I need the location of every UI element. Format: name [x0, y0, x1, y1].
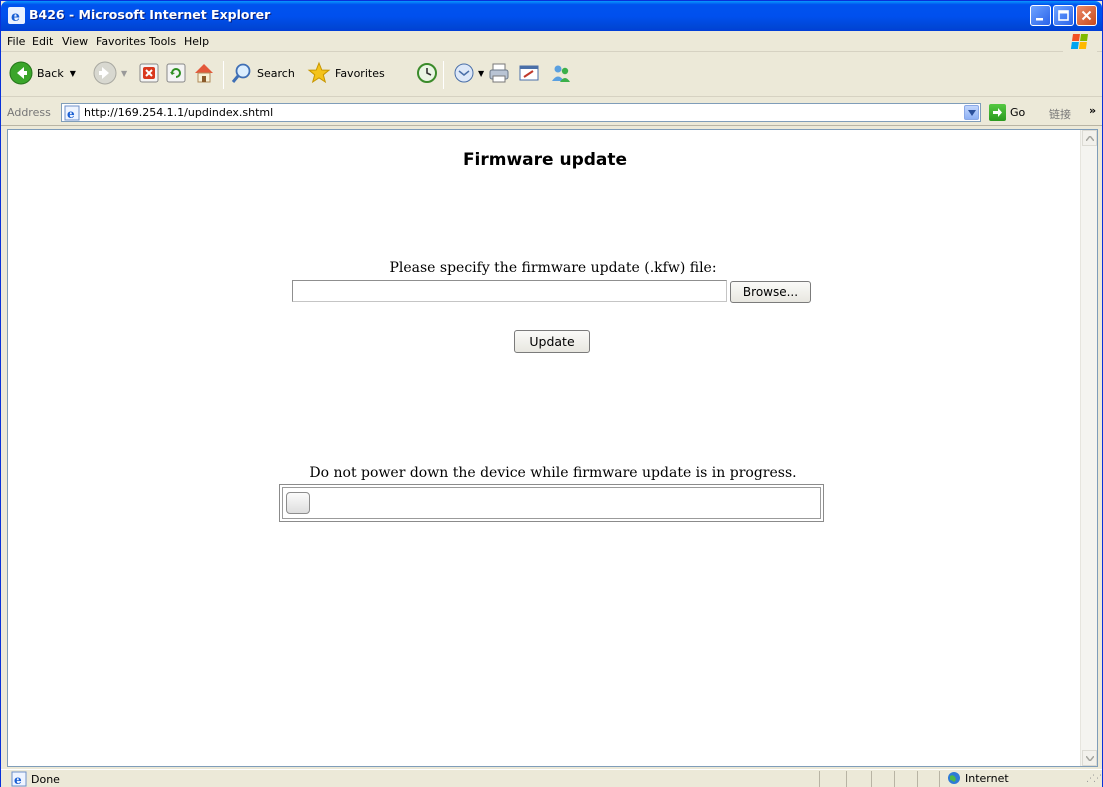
power-warning-text: Do not power down the device while firmw… [309, 465, 797, 481]
mail-dropdown-icon[interactable]: ▼ [478, 69, 484, 78]
history-icon [417, 63, 437, 83]
home-icon [195, 64, 213, 83]
back-label: Back [37, 66, 64, 80]
messenger-people-icon [552, 65, 570, 82]
forward-arrow-icon [93, 61, 117, 85]
file-prompt-label: Please specify the firmware update (.kfw… [389, 260, 717, 276]
favorites-star-icon [307, 61, 331, 84]
chevron-down-icon [967, 109, 976, 116]
home-button[interactable] [192, 61, 216, 85]
update-button[interactable]: Update [514, 330, 590, 353]
search-label: Search [257, 66, 295, 80]
stop-button[interactable] [139, 63, 159, 83]
progress-indicator [286, 492, 310, 514]
svg-text:e: e [67, 107, 75, 121]
printer-icon [489, 63, 509, 83]
forward-button[interactable]: ▼ [93, 61, 127, 85]
title-bar[interactable]: e B426 - Microsoft Internet Explorer [1, 1, 1102, 31]
back-arrow-icon [9, 61, 33, 85]
mail-button[interactable]: ▼ [452, 61, 484, 85]
standard-toolbar: Back ▼ ▼ Search Favorites ▼ [1, 53, 1102, 97]
window-title: B426 - Microsoft Internet Explorer [29, 7, 271, 22]
address-label: Address [7, 106, 51, 119]
zone-label: Internet [965, 771, 1009, 785]
history-button[interactable] [415, 61, 439, 85]
page-done-icon: e [11, 771, 27, 787]
windows-flag-icon [1063, 32, 1097, 52]
ie-logo-icon: e [8, 7, 25, 24]
back-dropdown-icon[interactable]: ▼ [70, 69, 76, 78]
links-label[interactable]: 链接 [1049, 106, 1071, 122]
svg-text:e: e [11, 9, 20, 24]
status-text: Done [31, 773, 60, 786]
menu-view[interactable]: View [62, 35, 88, 48]
edit-button[interactable] [517, 61, 541, 85]
address-input[interactable]: e http://169.254.1.1/updindex.shtml [61, 103, 981, 122]
page-title: Firmware update [462, 150, 628, 170]
security-zone[interactable]: Internet [947, 771, 1009, 785]
maximize-icon [1058, 10, 1069, 21]
progress-track [282, 487, 821, 519]
scroll-up-button[interactable] [1082, 130, 1097, 146]
close-button[interactable] [1076, 5, 1097, 26]
forward-dropdown-icon[interactable]: ▼ [121, 69, 127, 78]
browser-window: e B426 - Microsoft Internet Explorer Fil… [0, 0, 1103, 787]
menu-bar: File Edit View Favorites Tools Help [1, 31, 1102, 52]
messenger-button[interactable] [549, 61, 573, 85]
window-controls [1030, 5, 1097, 26]
firmware-file-input[interactable] [292, 280, 727, 302]
menu-help[interactable]: Help [184, 35, 209, 48]
menu-edit[interactable]: Edit [32, 35, 53, 48]
status-bar: e Done Internet ⋰⋰ [1, 769, 1102, 787]
address-url: http://169.254.1.1/updindex.shtml [84, 106, 274, 119]
browse-button[interactable]: Browse... [730, 281, 811, 303]
svg-text:e: e [14, 773, 22, 787]
print-button[interactable] [487, 61, 511, 85]
favorites-button[interactable]: Favorites [307, 61, 385, 85]
search-icon [231, 63, 251, 83]
address-dropdown-button[interactable] [964, 105, 979, 120]
edit-page-icon [519, 65, 539, 81]
globe-icon [948, 772, 960, 784]
maximize-button[interactable] [1053, 5, 1074, 26]
back-button[interactable]: Back ▼ [9, 61, 76, 85]
resize-grip-icon[interactable]: ⋰⋰ [1086, 774, 1102, 784]
refresh-icon [166, 63, 186, 83]
refresh-button[interactable] [166, 63, 186, 83]
menu-favorites[interactable]: Favorites [96, 35, 146, 48]
address-bar: Address e http://169.254.1.1/updindex.sh… [1, 98, 1102, 126]
page-icon: e [64, 105, 80, 121]
chevron-down-icon [1085, 755, 1094, 761]
search-button[interactable]: Search [231, 62, 295, 84]
go-arrow-icon [989, 104, 1006, 121]
go-label: Go [1010, 106, 1026, 119]
update-progress-bar [279, 484, 824, 522]
menu-tools[interactable]: Tools [149, 35, 176, 48]
minimize-icon [1036, 18, 1043, 21]
go-button[interactable]: Go [989, 104, 1025, 121]
scroll-down-button[interactable] [1082, 750, 1097, 766]
close-icon [1081, 10, 1092, 21]
stop-icon [139, 63, 159, 83]
mail-icon [454, 63, 474, 83]
minimize-button[interactable] [1030, 5, 1051, 26]
vertical-scrollbar[interactable] [1080, 130, 1097, 766]
menu-file[interactable]: File [7, 35, 25, 48]
favorites-label: Favorites [335, 66, 385, 80]
chevron-up-icon [1085, 135, 1094, 141]
links-chevron-icon[interactable]: » [1089, 104, 1096, 117]
page-viewport: Firmware update Please specify the firmw… [7, 129, 1098, 767]
